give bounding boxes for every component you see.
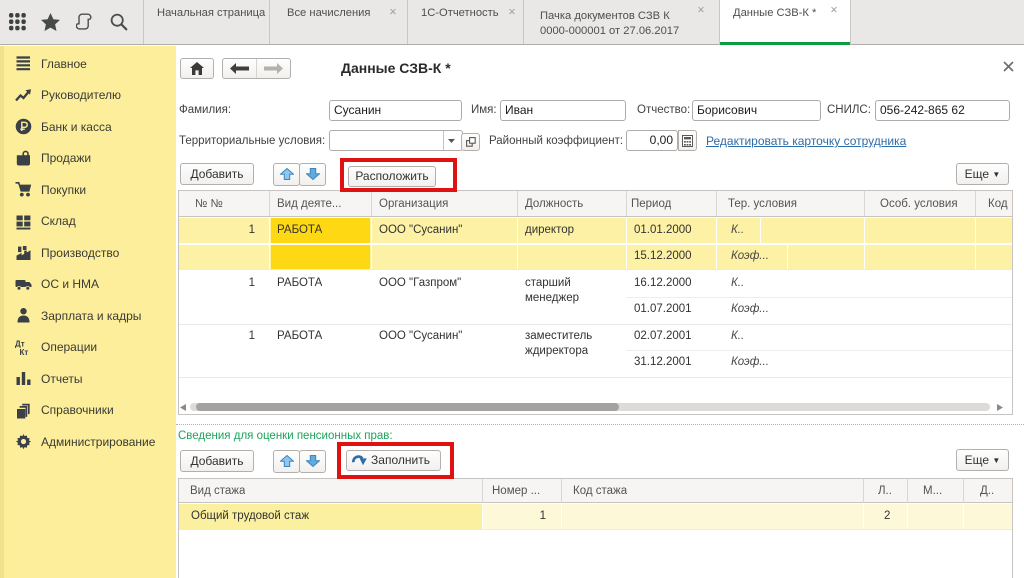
svg-text:Кт: Кт <box>20 348 29 356</box>
